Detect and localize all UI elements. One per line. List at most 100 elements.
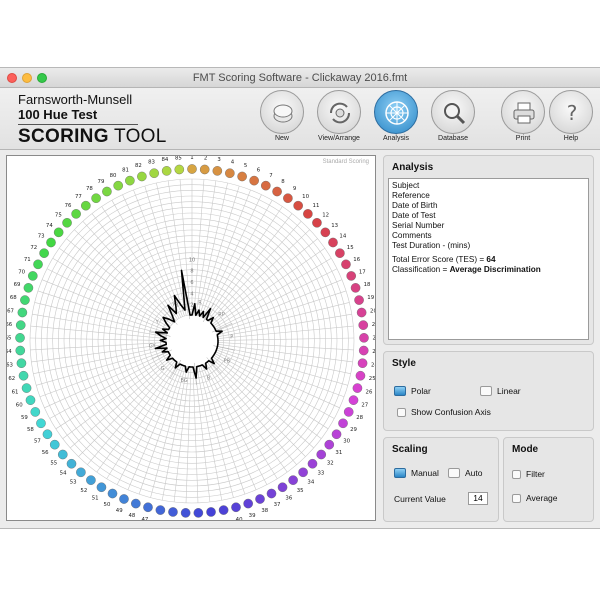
hue-cap: [16, 358, 27, 368]
grid-spoke: [30, 325, 167, 339]
hue-cap: [33, 259, 43, 270]
hue-cap: [335, 248, 345, 258]
help-button[interactable]: ? Help: [545, 90, 597, 142]
hue-cap-number: 74: [46, 223, 53, 229]
hue-cap-number: 70: [18, 269, 25, 275]
linear-option[interactable]: Linear: [480, 386, 521, 396]
hue-cap-number: 52: [80, 488, 87, 494]
analysis-text-box: Subject Reference Date of Birth Date of …: [388, 178, 589, 340]
ring-scale-label: 4: [190, 291, 193, 297]
hue-cap-number: 26: [366, 389, 373, 395]
current-value-label: Current Value: [394, 494, 446, 504]
average-option[interactable]: Average: [512, 493, 558, 503]
hue-cap: [354, 295, 364, 305]
auto-checkbox[interactable]: [448, 468, 460, 478]
sector-label: PB: [224, 359, 231, 365]
window-title: FMT Scoring Software - Clickaway 2016.fm…: [192, 72, 408, 84]
hue-cap: [86, 475, 96, 485]
hue-cap-number: 12: [322, 213, 329, 219]
test-duration-text: Test Duration - (mins): [392, 241, 471, 250]
grid-spoke: [32, 313, 167, 337]
title-bar: FMT Scoring Software - Clickaway 2016.fm…: [0, 68, 600, 88]
analysis-comments: Comments: [392, 231, 432, 240]
linear-checkbox[interactable]: [480, 386, 492, 396]
linear-label: Linear: [497, 386, 521, 396]
new-button-label: New: [274, 135, 289, 142]
hue-cap-number: 37: [274, 502, 281, 508]
grid-spoke: [217, 345, 351, 374]
hue-cap: [155, 505, 166, 515]
auto-option[interactable]: Auto: [448, 468, 483, 478]
confusion-axis-checkbox[interactable]: [397, 407, 406, 417]
analysis-test-duration: Test Duration - (mins): [392, 241, 585, 251]
hue-cap: [36, 418, 46, 429]
toolbar: Farnsworth-Munsell 100 Hue Test SCORING …: [0, 88, 600, 150]
hue-cap: [187, 164, 197, 174]
hue-cap-number: 54: [60, 470, 67, 476]
classification-value: Average Discrimination: [449, 265, 541, 274]
confusion-axis-option[interactable]: Show Confusion Axis: [397, 407, 491, 417]
hue-cap: [96, 482, 107, 493]
view-arrange-button[interactable]: View/Arrange: [313, 90, 365, 142]
hue-cap: [174, 164, 185, 175]
sector-label: P: [230, 334, 233, 340]
print-button[interactable]: Print: [497, 90, 549, 142]
hue-cap-number: 68: [10, 295, 17, 301]
hue-cap-number: 82: [135, 163, 142, 169]
new-button[interactable]: New: [256, 90, 308, 142]
grid-spoke: [210, 229, 310, 324]
manual-option[interactable]: Manual: [394, 468, 439, 478]
hue-cap-number: 21: [372, 322, 375, 328]
hue-cap-number: 34: [307, 479, 314, 485]
grid-spoke: [74, 229, 174, 324]
hue-cap: [249, 175, 259, 186]
hue-cap-number: 83: [148, 160, 155, 166]
style-title: Style: [392, 358, 416, 369]
current-value-input[interactable]: 14: [468, 492, 488, 505]
hue-cap: [283, 193, 293, 204]
database-button[interactable]: Database: [427, 90, 479, 142]
grid-spoke: [111, 200, 180, 319]
hue-cap-number: 57: [34, 439, 41, 445]
average-checkbox[interactable]: [512, 493, 521, 503]
hue-cap-number: 40: [236, 517, 243, 520]
hue-cap: [15, 345, 26, 356]
brand-divider: [18, 124, 138, 125]
hue-cap-number: 53: [70, 479, 77, 485]
filter-option[interactable]: Filter: [512, 469, 545, 479]
filter-checkbox[interactable]: [512, 469, 521, 479]
database-label: Database: [438, 135, 468, 142]
hue-cap: [27, 271, 38, 281]
analysis-dob: Date of Birth: [392, 201, 438, 210]
hue-cap-number: 47: [141, 517, 148, 520]
hue-cap-number: 38: [261, 508, 268, 514]
hue-cap-number: 24: [371, 363, 375, 369]
polar-checkbox[interactable]: [394, 386, 406, 396]
grid-spoke: [202, 194, 262, 318]
hue-cap: [66, 458, 77, 469]
app-window: FMT Scoring Software - Clickaway 2016.fm…: [0, 67, 600, 529]
grid-spoke: [33, 345, 167, 374]
hue-cap: [348, 395, 359, 405]
hue-cap: [298, 467, 308, 478]
hue-cap: [357, 358, 368, 368]
auto-label: Auto: [465, 468, 483, 478]
grid-spoke: [215, 279, 343, 332]
grid-spoke: [87, 360, 176, 465]
hue-cap-number: 15: [347, 245, 354, 251]
manual-checkbox[interactable]: [394, 468, 406, 478]
hue-cap-number: 30: [343, 439, 350, 445]
polar-option[interactable]: Polar: [394, 386, 431, 396]
analysis-button[interactable]: Analysis: [370, 90, 422, 142]
grid-spoke: [150, 366, 186, 498]
hue-cap-number: 7: [269, 173, 272, 179]
hue-cap-number: 20: [370, 309, 375, 315]
hue-cap-number: 19: [367, 295, 374, 301]
confusion-axis-label: Show Confusion Axis: [411, 407, 491, 417]
hue-cap: [15, 333, 25, 343]
hue-cap-number: 59: [21, 415, 28, 421]
hue-cap-number: 36: [285, 495, 292, 501]
hue-cap: [312, 217, 322, 228]
hue-cap-number: 8: [281, 179, 285, 185]
polar-chart-panel: Standard Scoring 2 4 6 8 10 R YR Y GY G BG B PB P RP 1 2…: [6, 155, 376, 521]
